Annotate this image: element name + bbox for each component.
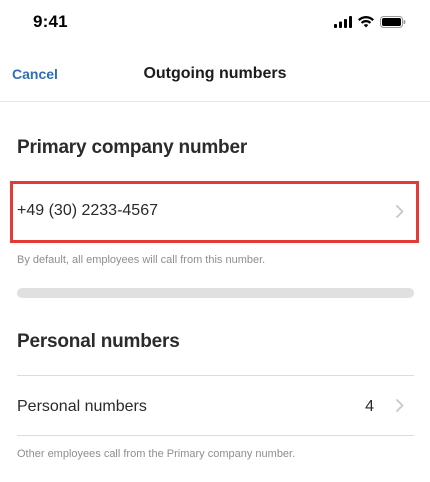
personal-numbers-row[interactable]: Personal numbers 4 xyxy=(17,377,414,434)
personal-numbers-caption: Other employees call from the Primary co… xyxy=(17,448,296,460)
primary-number-row[interactable]: +49 (30) 2233-4567 xyxy=(17,183,414,241)
section-header-personal: Personal numbers xyxy=(17,331,180,352)
page-title: Outgoing numbers xyxy=(143,65,287,82)
battery-icon xyxy=(380,15,406,33)
status-icons xyxy=(334,15,406,33)
status-bar: 9:41 xyxy=(0,0,430,44)
wifi-icon xyxy=(358,15,374,33)
progress-bar xyxy=(17,288,414,298)
cellular-signal-icon xyxy=(334,15,352,33)
navigation-bar: Cancel Outgoing numbers xyxy=(0,50,430,102)
divider xyxy=(17,375,414,376)
personal-numbers-count: 4 xyxy=(365,398,374,415)
divider xyxy=(17,435,414,436)
primary-number-value: +49 (30) 2233-4567 xyxy=(17,202,158,219)
primary-number-caption: By default, all employees will call from… xyxy=(17,254,266,266)
chevron-right-icon xyxy=(396,205,404,223)
personal-numbers-label: Personal numbers xyxy=(17,398,147,415)
status-time: 9:41 xyxy=(33,12,68,31)
section-header-primary: Primary company number xyxy=(17,137,248,158)
chevron-right-icon xyxy=(396,399,404,417)
